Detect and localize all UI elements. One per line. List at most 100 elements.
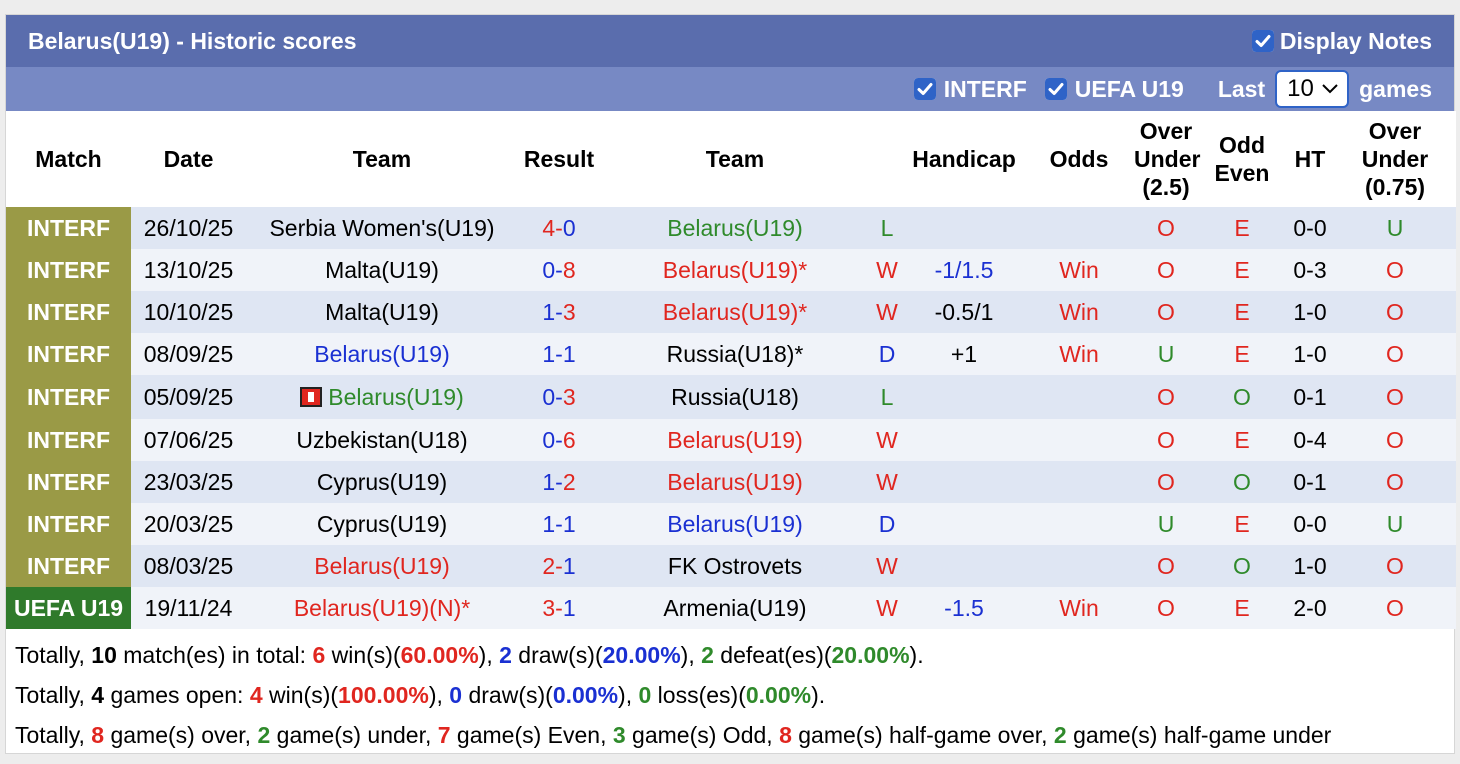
home-team-cell: Cyprus(U19): [246, 461, 518, 503]
home-team-name[interactable]: Belarus(U19): [314, 553, 450, 579]
odd-even-value: E: [1234, 426, 1250, 453]
score-home[interactable]: 1: [542, 469, 555, 495]
away-team-name[interactable]: Russia(U18): [671, 384, 799, 410]
outcome-cell: D: [870, 503, 904, 545]
over-under-075-value: O: [1386, 256, 1404, 283]
handicap-value: +1: [950, 340, 978, 367]
score-home[interactable]: 2: [542, 553, 555, 579]
score-away[interactable]: 1: [563, 341, 576, 367]
odd-even-value: E: [1234, 340, 1250, 367]
home-team-name[interactable]: Cyprus(U19): [317, 511, 447, 537]
away-team-name[interactable]: FK Ostrovets: [668, 553, 802, 579]
score-away[interactable]: 3: [563, 299, 576, 325]
away-team-name[interactable]: Belarus(U19): [667, 427, 803, 453]
score-away[interactable]: 1: [563, 595, 576, 621]
home-team-name[interactable]: Uzbekistan(U18): [296, 427, 467, 453]
away-team-name[interactable]: Belarus(U19): [667, 511, 803, 537]
score-separator: -: [555, 340, 563, 367]
home-team-name[interactable]: Serbia Women's(U19): [269, 215, 494, 241]
uefa-u19-checkbox[interactable]: [1044, 78, 1067, 100]
odds-cell: Win: [1024, 333, 1134, 375]
score-home[interactable]: 0: [542, 427, 555, 453]
league-cell[interactable]: INTERF: [6, 545, 131, 587]
col-outcome: [870, 111, 904, 207]
match-outcome: D: [878, 510, 896, 537]
score-away[interactable]: 6: [563, 427, 576, 453]
handicap-cell: -1/1.5: [904, 249, 1024, 291]
score-away[interactable]: 2: [563, 469, 576, 495]
score-home[interactable]: 1: [542, 511, 555, 537]
result-cell[interactable]: 3-1: [518, 587, 600, 629]
away-team-name[interactable]: Russia(U18)*: [667, 341, 804, 367]
home-team-name[interactable]: Malta(U19): [325, 257, 439, 283]
away-team-name[interactable]: Belarus(U19)*: [663, 257, 807, 283]
result-cell[interactable]: 1-2: [518, 461, 600, 503]
over-under-075-cell: O: [1334, 249, 1456, 291]
filter-uefa-u19[interactable]: UEFA U19: [1044, 76, 1184, 103]
filter-interf[interactable]: INTERF: [913, 75, 1027, 103]
match-outcome: W: [876, 594, 898, 621]
league-cell[interactable]: INTERF: [6, 249, 131, 291]
score-away[interactable]: 1: [563, 511, 576, 537]
league-cell[interactable]: INTERF: [6, 333, 131, 375]
score-home[interactable]: 0: [542, 257, 555, 283]
result-cell[interactable]: 0-3: [518, 375, 600, 419]
away-team-name[interactable]: Belarus(U19): [667, 469, 803, 495]
half-time-score: 1-0: [1293, 340, 1327, 367]
away-team-name[interactable]: Armenia(U19): [663, 595, 806, 621]
league-cell[interactable]: INTERF: [6, 207, 131, 249]
score-separator: -: [555, 594, 563, 621]
score-home[interactable]: 0: [542, 384, 555, 410]
result-cell[interactable]: 4-0: [518, 207, 600, 249]
over-under-075-cell: U: [1334, 503, 1456, 545]
outcome-cell: D: [870, 333, 904, 375]
score-away[interactable]: 8: [563, 257, 576, 283]
odd-even-cell: E: [1198, 333, 1286, 375]
historic-scores-panel: Belarus(U19) - Historic scores Display N…: [5, 14, 1456, 754]
table-row: INTERF 08/09/25 Belarus(U19) 1-1 Russia(U18)…: [6, 333, 1456, 375]
result-cell[interactable]: 1-3: [518, 291, 600, 333]
score-home[interactable]: 1: [542, 299, 555, 325]
games-count-select[interactable]: 10: [1275, 70, 1350, 108]
away-team-cell: Belarus(U19)*: [600, 291, 870, 333]
home-team-name[interactable]: Belarus(U19): [314, 341, 450, 367]
result-cell[interactable]: 1-1: [518, 333, 600, 375]
league-cell[interactable]: INTERF: [6, 503, 131, 545]
table-row: INTERF 23/03/25 Cyprus(U19) 1-2 Belarus(U19)…: [6, 461, 1456, 503]
result-cell[interactable]: 2-1: [518, 545, 600, 587]
match-date: 10/10/25: [143, 298, 234, 325]
over-under-cell: O: [1134, 419, 1198, 461]
score-home[interactable]: 1: [542, 341, 555, 367]
games-count-value: 10: [1287, 75, 1314, 102]
home-team-name[interactable]: Cyprus(U19): [317, 469, 447, 495]
league-cell[interactable]: INTERF: [6, 375, 131, 419]
result-cell[interactable]: 0-8: [518, 249, 600, 291]
over-under-075-cell: O: [1334, 587, 1456, 629]
away-team-cell: Belarus(U19)*: [600, 249, 870, 291]
home-team-cell: Belarus(U19): [246, 375, 518, 419]
score-home[interactable]: 4: [542, 215, 555, 241]
home-team-name[interactable]: Belarus(U19)(N)*: [294, 595, 470, 621]
league-cell[interactable]: INTERF: [6, 291, 131, 333]
league-cell[interactable]: INTERF: [6, 419, 131, 461]
score-away[interactable]: 0: [563, 215, 576, 241]
away-team-name[interactable]: Belarus(U19): [667, 215, 803, 241]
score-away[interactable]: 1: [563, 553, 576, 579]
display-notes-toggle[interactable]: Display Notes: [1251, 28, 1432, 55]
date-cell: 07/06/25: [131, 419, 246, 461]
score-away[interactable]: 3: [563, 384, 576, 410]
over-under-075-value: U: [1386, 510, 1404, 537]
col-match: Match: [6, 111, 131, 207]
result-cell[interactable]: 1-1: [518, 503, 600, 545]
interf-checkbox[interactable]: [913, 78, 936, 100]
over-under-value: O: [1157, 426, 1175, 453]
league-cell[interactable]: INTERF: [6, 461, 131, 503]
result-cell[interactable]: 0-6: [518, 419, 600, 461]
away-team-name[interactable]: Belarus(U19)*: [663, 299, 807, 325]
home-team-name[interactable]: Malta(U19): [325, 299, 439, 325]
interf-label: INTERF: [943, 75, 1027, 102]
display-notes-checkbox[interactable]: [1251, 30, 1274, 52]
league-cell[interactable]: UEFA U19: [6, 587, 131, 629]
score-home[interactable]: 3: [542, 595, 555, 621]
home-team-name[interactable]: Belarus(U19): [328, 384, 464, 410]
